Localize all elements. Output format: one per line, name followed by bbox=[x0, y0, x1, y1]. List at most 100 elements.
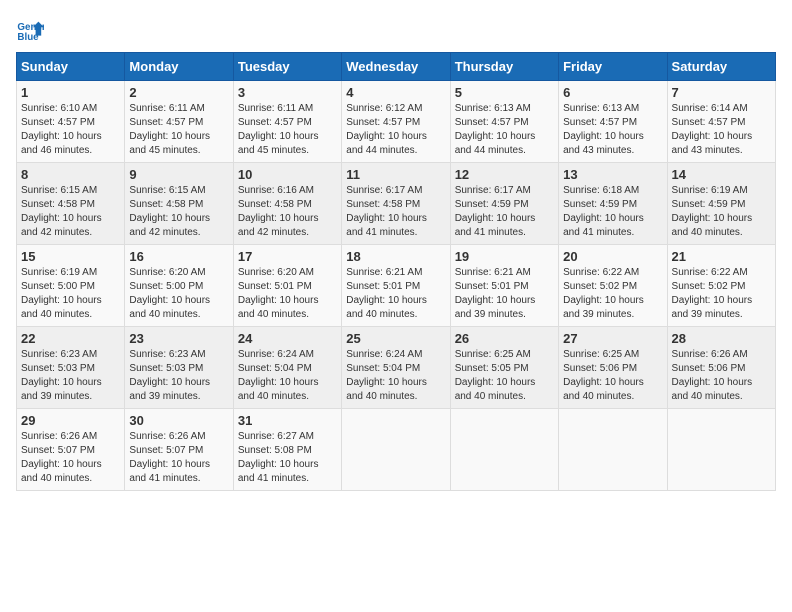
day-number: 12 bbox=[455, 167, 554, 182]
calendar-cell: 22 Sunrise: 6:23 AM Sunset: 5:03 PM Dayl… bbox=[17, 327, 125, 409]
day-info: Sunrise: 6:23 AM Sunset: 5:03 PM Dayligh… bbox=[129, 348, 228, 404]
calendar-header-monday: Monday bbox=[125, 53, 233, 81]
calendar-cell: 30 Sunrise: 6:26 AM Sunset: 5:07 PM Dayl… bbox=[125, 409, 233, 491]
day-number: 28 bbox=[672, 331, 771, 346]
day-number: 18 bbox=[346, 249, 445, 264]
day-number: 13 bbox=[563, 167, 662, 182]
day-number: 10 bbox=[238, 167, 337, 182]
calendar-week-row: 29 Sunrise: 6:26 AM Sunset: 5:07 PM Dayl… bbox=[17, 409, 776, 491]
day-number: 4 bbox=[346, 85, 445, 100]
day-info: Sunrise: 6:17 AM Sunset: 4:58 PM Dayligh… bbox=[346, 184, 445, 240]
day-number: 5 bbox=[455, 85, 554, 100]
calendar-cell: 3 Sunrise: 6:11 AM Sunset: 4:57 PM Dayli… bbox=[233, 81, 341, 163]
calendar-cell: 10 Sunrise: 6:16 AM Sunset: 4:58 PM Dayl… bbox=[233, 163, 341, 245]
day-info: Sunrise: 6:22 AM Sunset: 5:02 PM Dayligh… bbox=[672, 266, 771, 322]
day-info: Sunrise: 6:25 AM Sunset: 5:05 PM Dayligh… bbox=[455, 348, 554, 404]
day-number: 26 bbox=[455, 331, 554, 346]
day-number: 3 bbox=[238, 85, 337, 100]
calendar-header-row: SundayMondayTuesdayWednesdayThursdayFrid… bbox=[17, 53, 776, 81]
day-number: 11 bbox=[346, 167, 445, 182]
calendar-week-row: 22 Sunrise: 6:23 AM Sunset: 5:03 PM Dayl… bbox=[17, 327, 776, 409]
day-info: Sunrise: 6:18 AM Sunset: 4:59 PM Dayligh… bbox=[563, 184, 662, 240]
day-info: Sunrise: 6:16 AM Sunset: 4:58 PM Dayligh… bbox=[238, 184, 337, 240]
day-info: Sunrise: 6:15 AM Sunset: 4:58 PM Dayligh… bbox=[21, 184, 120, 240]
calendar-week-row: 8 Sunrise: 6:15 AM Sunset: 4:58 PM Dayli… bbox=[17, 163, 776, 245]
calendar-cell: 27 Sunrise: 6:25 AM Sunset: 5:06 PM Dayl… bbox=[559, 327, 667, 409]
day-number: 31 bbox=[238, 413, 337, 428]
calendar-cell: 23 Sunrise: 6:23 AM Sunset: 5:03 PM Dayl… bbox=[125, 327, 233, 409]
calendar-cell: 8 Sunrise: 6:15 AM Sunset: 4:58 PM Dayli… bbox=[17, 163, 125, 245]
day-number: 15 bbox=[21, 249, 120, 264]
calendar-cell: 21 Sunrise: 6:22 AM Sunset: 5:02 PM Dayl… bbox=[667, 245, 775, 327]
calendar-cell bbox=[559, 409, 667, 491]
calendar-cell: 4 Sunrise: 6:12 AM Sunset: 4:57 PM Dayli… bbox=[342, 81, 450, 163]
calendar-cell: 17 Sunrise: 6:20 AM Sunset: 5:01 PM Dayl… bbox=[233, 245, 341, 327]
calendar-cell: 20 Sunrise: 6:22 AM Sunset: 5:02 PM Dayl… bbox=[559, 245, 667, 327]
day-number: 21 bbox=[672, 249, 771, 264]
day-info: Sunrise: 6:12 AM Sunset: 4:57 PM Dayligh… bbox=[346, 102, 445, 158]
day-number: 19 bbox=[455, 249, 554, 264]
day-info: Sunrise: 6:14 AM Sunset: 4:57 PM Dayligh… bbox=[672, 102, 771, 158]
calendar-cell: 9 Sunrise: 6:15 AM Sunset: 4:58 PM Dayli… bbox=[125, 163, 233, 245]
calendar-cell: 29 Sunrise: 6:26 AM Sunset: 5:07 PM Dayl… bbox=[17, 409, 125, 491]
day-number: 2 bbox=[129, 85, 228, 100]
day-number: 17 bbox=[238, 249, 337, 264]
calendar-cell: 11 Sunrise: 6:17 AM Sunset: 4:58 PM Dayl… bbox=[342, 163, 450, 245]
calendar-header-saturday: Saturday bbox=[667, 53, 775, 81]
day-info: Sunrise: 6:26 AM Sunset: 5:07 PM Dayligh… bbox=[129, 430, 228, 486]
day-number: 20 bbox=[563, 249, 662, 264]
day-info: Sunrise: 6:21 AM Sunset: 5:01 PM Dayligh… bbox=[346, 266, 445, 322]
day-number: 23 bbox=[129, 331, 228, 346]
day-info: Sunrise: 6:19 AM Sunset: 4:59 PM Dayligh… bbox=[672, 184, 771, 240]
day-info: Sunrise: 6:13 AM Sunset: 4:57 PM Dayligh… bbox=[563, 102, 662, 158]
calendar-cell: 7 Sunrise: 6:14 AM Sunset: 4:57 PM Dayli… bbox=[667, 81, 775, 163]
calendar-cell: 26 Sunrise: 6:25 AM Sunset: 5:05 PM Dayl… bbox=[450, 327, 558, 409]
calendar-cell: 6 Sunrise: 6:13 AM Sunset: 4:57 PM Dayli… bbox=[559, 81, 667, 163]
day-info: Sunrise: 6:26 AM Sunset: 5:06 PM Dayligh… bbox=[672, 348, 771, 404]
calendar-header-tuesday: Tuesday bbox=[233, 53, 341, 81]
day-info: Sunrise: 6:25 AM Sunset: 5:06 PM Dayligh… bbox=[563, 348, 662, 404]
day-info: Sunrise: 6:24 AM Sunset: 5:04 PM Dayligh… bbox=[238, 348, 337, 404]
day-info: Sunrise: 6:20 AM Sunset: 5:01 PM Dayligh… bbox=[238, 266, 337, 322]
day-info: Sunrise: 6:15 AM Sunset: 4:58 PM Dayligh… bbox=[129, 184, 228, 240]
calendar-header-friday: Friday bbox=[559, 53, 667, 81]
calendar-cell: 1 Sunrise: 6:10 AM Sunset: 4:57 PM Dayli… bbox=[17, 81, 125, 163]
day-info: Sunrise: 6:19 AM Sunset: 5:00 PM Dayligh… bbox=[21, 266, 120, 322]
day-info: Sunrise: 6:10 AM Sunset: 4:57 PM Dayligh… bbox=[21, 102, 120, 158]
calendar-header-wednesday: Wednesday bbox=[342, 53, 450, 81]
calendar-cell: 24 Sunrise: 6:24 AM Sunset: 5:04 PM Dayl… bbox=[233, 327, 341, 409]
calendar-table: SundayMondayTuesdayWednesdayThursdayFrid… bbox=[16, 52, 776, 491]
calendar-cell: 31 Sunrise: 6:27 AM Sunset: 5:08 PM Dayl… bbox=[233, 409, 341, 491]
day-number: 7 bbox=[672, 85, 771, 100]
day-number: 14 bbox=[672, 167, 771, 182]
day-number: 27 bbox=[563, 331, 662, 346]
calendar-cell: 18 Sunrise: 6:21 AM Sunset: 5:01 PM Dayl… bbox=[342, 245, 450, 327]
day-info: Sunrise: 6:24 AM Sunset: 5:04 PM Dayligh… bbox=[346, 348, 445, 404]
day-info: Sunrise: 6:23 AM Sunset: 5:03 PM Dayligh… bbox=[21, 348, 120, 404]
day-info: Sunrise: 6:21 AM Sunset: 5:01 PM Dayligh… bbox=[455, 266, 554, 322]
day-number: 24 bbox=[238, 331, 337, 346]
day-number: 25 bbox=[346, 331, 445, 346]
calendar-cell: 5 Sunrise: 6:13 AM Sunset: 4:57 PM Dayli… bbox=[450, 81, 558, 163]
logo-icon: General Blue bbox=[16, 16, 44, 44]
day-info: Sunrise: 6:11 AM Sunset: 4:57 PM Dayligh… bbox=[238, 102, 337, 158]
calendar-cell: 15 Sunrise: 6:19 AM Sunset: 5:00 PM Dayl… bbox=[17, 245, 125, 327]
day-number: 16 bbox=[129, 249, 228, 264]
calendar-cell: 12 Sunrise: 6:17 AM Sunset: 4:59 PM Dayl… bbox=[450, 163, 558, 245]
calendar-header-thursday: Thursday bbox=[450, 53, 558, 81]
day-number: 9 bbox=[129, 167, 228, 182]
calendar-cell: 2 Sunrise: 6:11 AM Sunset: 4:57 PM Dayli… bbox=[125, 81, 233, 163]
day-info: Sunrise: 6:26 AM Sunset: 5:07 PM Dayligh… bbox=[21, 430, 120, 486]
calendar-cell: 14 Sunrise: 6:19 AM Sunset: 4:59 PM Dayl… bbox=[667, 163, 775, 245]
page-header: General Blue bbox=[16, 16, 776, 44]
calendar-cell: 19 Sunrise: 6:21 AM Sunset: 5:01 PM Dayl… bbox=[450, 245, 558, 327]
calendar-cell bbox=[342, 409, 450, 491]
day-info: Sunrise: 6:20 AM Sunset: 5:00 PM Dayligh… bbox=[129, 266, 228, 322]
day-info: Sunrise: 6:11 AM Sunset: 4:57 PM Dayligh… bbox=[129, 102, 228, 158]
day-number: 6 bbox=[563, 85, 662, 100]
day-info: Sunrise: 6:17 AM Sunset: 4:59 PM Dayligh… bbox=[455, 184, 554, 240]
calendar-cell: 25 Sunrise: 6:24 AM Sunset: 5:04 PM Dayl… bbox=[342, 327, 450, 409]
day-info: Sunrise: 6:22 AM Sunset: 5:02 PM Dayligh… bbox=[563, 266, 662, 322]
calendar-cell: 16 Sunrise: 6:20 AM Sunset: 5:00 PM Dayl… bbox=[125, 245, 233, 327]
calendar-cell bbox=[667, 409, 775, 491]
